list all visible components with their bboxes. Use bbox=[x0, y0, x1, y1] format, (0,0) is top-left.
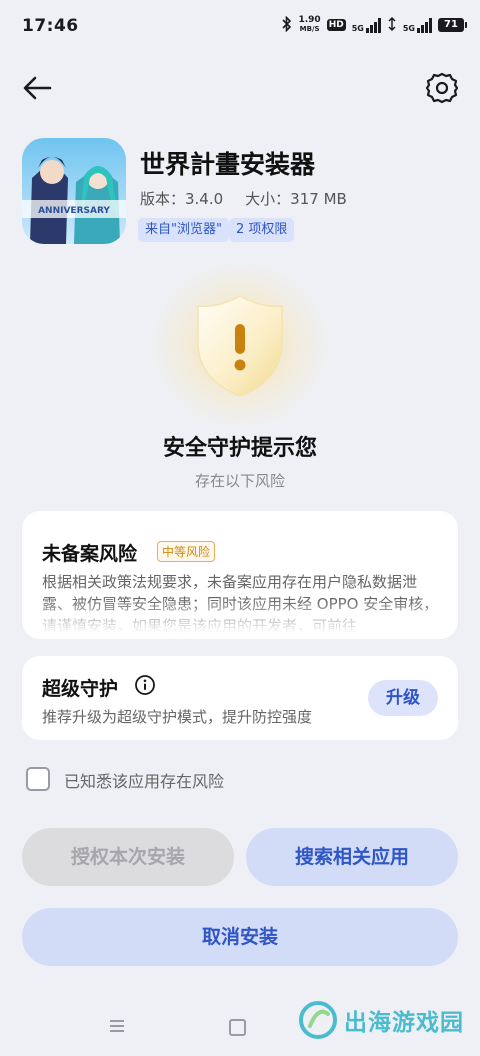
text-fade bbox=[22, 599, 458, 639]
wifi-icon bbox=[387, 16, 397, 35]
signal-5g-icon: 5G bbox=[352, 17, 381, 33]
signal1-label: 5G bbox=[351, 24, 364, 33]
signal-5g-2-icon: 5G bbox=[403, 17, 432, 33]
net-speed-unit: MB/S bbox=[299, 25, 320, 33]
net-speed-value: 1.90 bbox=[298, 15, 321, 25]
app-version: 版本：3.4.0 bbox=[140, 190, 224, 208]
super-protection-card: 超级守护 推荐升级为超级守护模式，提升防控强度 升级 bbox=[22, 656, 458, 740]
app-name: 世界計畫安装器 bbox=[140, 150, 316, 179]
risk-card[interactable]: 未备案风险 中等风险 根据相关政策法规要求，未备案应用存在用户隐私数据泄露、被仿… bbox=[22, 511, 458, 639]
app-icon-text: ANNIVERSARY bbox=[38, 206, 110, 216]
nav-home-button[interactable] bbox=[229, 1019, 246, 1036]
app-size: 大小：317 MB bbox=[245, 190, 347, 208]
security-subtitle: 存在以下风险 bbox=[194, 472, 285, 490]
authorize-install-button[interactable]: 授权本次安装 bbox=[22, 828, 234, 886]
risk-acknowledge-checkbox[interactable] bbox=[26, 767, 50, 791]
protection-title: 超级守护 bbox=[42, 678, 119, 700]
risk-level-badge: 中等风险 bbox=[157, 541, 216, 562]
net-speed: 1.90 MB/S bbox=[298, 16, 320, 34]
arrow-left-icon bbox=[23, 76, 52, 100]
watermark: 出海游戏园 bbox=[298, 1000, 464, 1040]
back-button[interactable] bbox=[18, 68, 58, 108]
risk-acknowledge-label[interactable]: 已知悉该应用存在风险 bbox=[64, 768, 224, 792]
battery-icon: 71 bbox=[438, 18, 467, 32]
hd-icon: HD bbox=[326, 19, 346, 31]
shield-warning-icon bbox=[192, 292, 288, 400]
settings-button[interactable] bbox=[422, 68, 462, 108]
status-icons: 1.90 MB/S HD 5G 5G 71 bbox=[282, 14, 467, 36]
nav-recents-button[interactable] bbox=[109, 1018, 125, 1032]
risk-title: 未备案风险 bbox=[42, 543, 138, 565]
status-time: 17:46 bbox=[22, 16, 79, 36]
bluetooth-icon bbox=[282, 15, 292, 35]
gear-icon bbox=[425, 72, 459, 104]
signal2-label: 5G bbox=[402, 24, 415, 33]
info-icon[interactable] bbox=[134, 674, 156, 696]
source-tag[interactable]: 来自"浏览器" bbox=[138, 218, 229, 242]
protection-description: 推荐升级为超级守护模式，提升防控强度 bbox=[42, 708, 313, 726]
watermark-text: 出海游戏园 bbox=[344, 1010, 464, 1036]
app-icon: ANNIVERSARY bbox=[22, 138, 126, 244]
permissions-tag[interactable]: 2 项权限 bbox=[229, 218, 295, 242]
search-related-apps-button[interactable]: 搜索相关应用 bbox=[246, 828, 458, 886]
app-meta: 版本：3.4.0 大小：317 MB bbox=[140, 188, 347, 209]
security-title: 安全守护提示您 bbox=[162, 436, 317, 461]
upgrade-button[interactable]: 升级 bbox=[368, 680, 438, 716]
watermark-logo-icon bbox=[299, 1001, 337, 1039]
cancel-install-button[interactable]: 取消安装 bbox=[22, 908, 458, 966]
